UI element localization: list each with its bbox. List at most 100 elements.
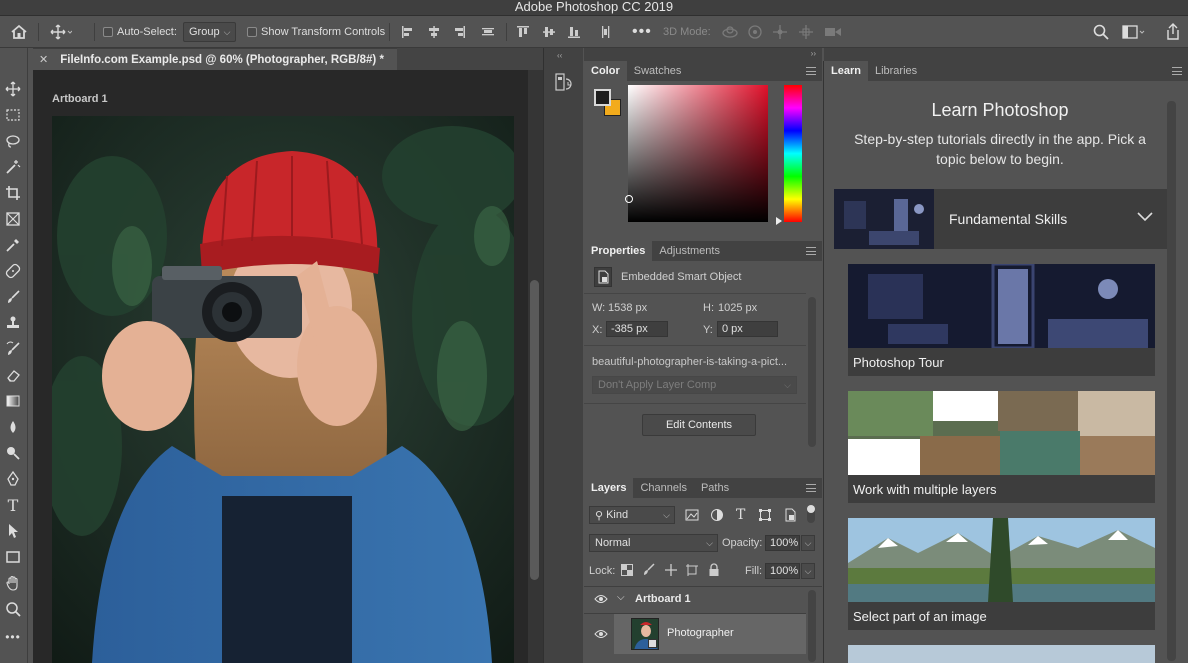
marquee-tool-icon[interactable] — [2, 104, 24, 126]
3d-pan-icon[interactable] — [772, 16, 788, 48]
hand-tool-icon[interactable] — [2, 572, 24, 594]
learn-panel-menu-icon[interactable] — [1172, 67, 1182, 75]
width-value[interactable]: 1538 px — [608, 302, 647, 314]
rectangle-tool-icon[interactable] — [2, 546, 24, 568]
lock-position-icon[interactable] — [664, 563, 678, 577]
frame-tool-icon[interactable] — [2, 208, 24, 230]
search-icon[interactable] — [1092, 16, 1110, 48]
lock-image-pixels-icon[interactable] — [642, 563, 656, 577]
crop-tool-icon[interactable] — [2, 182, 24, 204]
tab-swatches[interactable]: Swatches — [627, 61, 689, 81]
clone-stamp-tool-icon[interactable] — [2, 312, 24, 334]
fill-dropdown-arrow[interactable]: ⌵ — [801, 563, 815, 579]
close-tab-icon[interactable]: ✕ — [39, 53, 48, 66]
x-position-field[interactable]: -385 px — [606, 321, 668, 337]
tutorial-card-multiple-layers[interactable]: Work with multiple layers — [848, 391, 1155, 503]
visibility-eye-icon[interactable] — [594, 594, 608, 604]
properties-scrollbar[interactable] — [808, 297, 816, 447]
healing-brush-tool-icon[interactable] — [2, 260, 24, 282]
foreground-color-swatch[interactable] — [594, 89, 611, 106]
3d-scale-icon[interactable] — [823, 16, 843, 48]
tutorial-card-select-image[interactable]: Select part of an image — [848, 518, 1155, 630]
scrollbar-thumb[interactable] — [530, 280, 539, 580]
align-left-icon[interactable] — [400, 16, 416, 48]
tab-adjustments[interactable]: Adjustments — [652, 241, 727, 261]
hue-slider[interactable] — [784, 85, 802, 222]
opacity-field[interactable]: 100% — [765, 535, 800, 551]
history-panel-icon[interactable] — [554, 72, 574, 94]
path-selection-tool-icon[interactable] — [2, 520, 24, 542]
collapse-panels-icon[interactable]: ›› — [811, 49, 816, 58]
color-panel-menu-icon[interactable] — [806, 67, 816, 75]
show-transform-checkbox[interactable]: Show Transform Controls — [247, 16, 385, 48]
dodge-tool-icon[interactable] — [2, 442, 24, 464]
color-picker-field[interactable] — [625, 85, 768, 222]
distribute-icon[interactable] — [480, 16, 496, 48]
filter-shape-icon[interactable] — [758, 508, 772, 522]
brush-tool-icon[interactable] — [2, 286, 24, 308]
zoom-tool-icon[interactable] — [2, 598, 24, 620]
tab-learn[interactable]: Learn — [824, 61, 868, 81]
align-right-icon[interactable] — [451, 16, 467, 48]
tab-channels[interactable]: Channels — [633, 478, 693, 498]
auto-select-dropdown[interactable]: Group ⌵ — [183, 22, 237, 42]
move-tool-icon[interactable] — [2, 78, 24, 100]
filter-pixel-icon[interactable] — [685, 508, 699, 522]
edit-contents-button[interactable]: Edit Contents — [642, 414, 756, 436]
move-tool-preset-icon[interactable] — [50, 16, 72, 48]
filter-adjustment-icon[interactable] — [710, 508, 724, 522]
align-bottom-icon[interactable] — [566, 16, 582, 48]
color-picker-cursor[interactable] — [625, 195, 633, 203]
y-position-field[interactable]: 0 px — [717, 321, 778, 337]
layer-filter-dropdown[interactable]: ⚲ Kind ⌵ — [589, 506, 675, 524]
category-fundamental-skills[interactable]: Fundamental Skills — [834, 189, 1169, 249]
layer-row-photographer[interactable]: Photographer — [584, 614, 806, 654]
auto-select-checkbox[interactable]: Auto-Select: — [103, 16, 177, 48]
tab-paths[interactable]: Paths — [694, 478, 736, 498]
align-top-icon[interactable] — [515, 16, 531, 48]
blend-mode-dropdown[interactable]: Normal ⌵ — [589, 534, 718, 552]
learn-scrollbar[interactable] — [1167, 101, 1176, 661]
filter-smart-object-icon[interactable] — [783, 508, 797, 522]
workspace-icon[interactable] — [1122, 16, 1146, 48]
pen-tool-icon[interactable] — [2, 468, 24, 490]
document-tab[interactable]: ✕ FileInfo.com Example.psd @ 60% (Photog… — [33, 48, 397, 70]
chevron-down-icon[interactable] — [1136, 211, 1154, 223]
3d-orbit-icon[interactable] — [721, 16, 739, 48]
align-center-h-icon[interactable] — [426, 16, 442, 48]
hue-slider-marker[interactable] — [776, 217, 782, 225]
lock-transparent-icon[interactable] — [621, 564, 633, 576]
tab-libraries[interactable]: Libraries — [868, 61, 924, 81]
3d-roll-icon[interactable] — [747, 16, 763, 48]
collapse-arrows-icon[interactable]: ‹‹ — [557, 51, 562, 60]
tutorial-card-partial[interactable] — [848, 645, 1155, 663]
lasso-tool-icon[interactable] — [2, 130, 24, 152]
distribute-alt-icon[interactable] — [598, 16, 614, 48]
gradient-tool-icon[interactable] — [2, 390, 24, 412]
tutorial-card-photoshop-tour[interactable]: Photoshop Tour — [848, 264, 1155, 376]
history-brush-tool-icon[interactable] — [2, 338, 24, 360]
3d-slide-icon[interactable] — [797, 16, 815, 48]
canvas-photo[interactable] — [52, 116, 514, 663]
lock-artboard-icon[interactable] — [685, 563, 699, 577]
layer-row-artboard[interactable]: ⌵ Artboard 1 — [584, 588, 806, 612]
filter-type-icon[interactable]: T — [736, 507, 745, 523]
blur-tool-icon[interactable] — [2, 416, 24, 438]
fill-field[interactable]: 100% — [765, 563, 800, 579]
tab-layers[interactable]: Layers — [584, 478, 634, 498]
visibility-eye-icon[interactable] — [594, 629, 608, 639]
eyedropper-tool-icon[interactable] — [2, 234, 24, 256]
share-icon[interactable] — [1164, 16, 1182, 48]
home-icon[interactable] — [10, 16, 28, 48]
edit-toolbar-icon[interactable]: ••• — [2, 626, 24, 648]
filter-toggle[interactable] — [807, 505, 815, 523]
align-middle-v-icon[interactable] — [541, 16, 557, 48]
lock-all-icon[interactable] — [708, 563, 720, 577]
magic-wand-tool-icon[interactable] — [2, 156, 24, 178]
layers-scrollbar[interactable] — [808, 590, 816, 662]
more-options-icon[interactable]: ••• — [632, 16, 652, 48]
tab-color[interactable]: Color — [584, 61, 627, 81]
type-tool-icon[interactable]: T — [2, 494, 24, 516]
properties-panel-menu-icon[interactable] — [806, 247, 816, 255]
tab-properties[interactable]: Properties — [584, 241, 653, 261]
